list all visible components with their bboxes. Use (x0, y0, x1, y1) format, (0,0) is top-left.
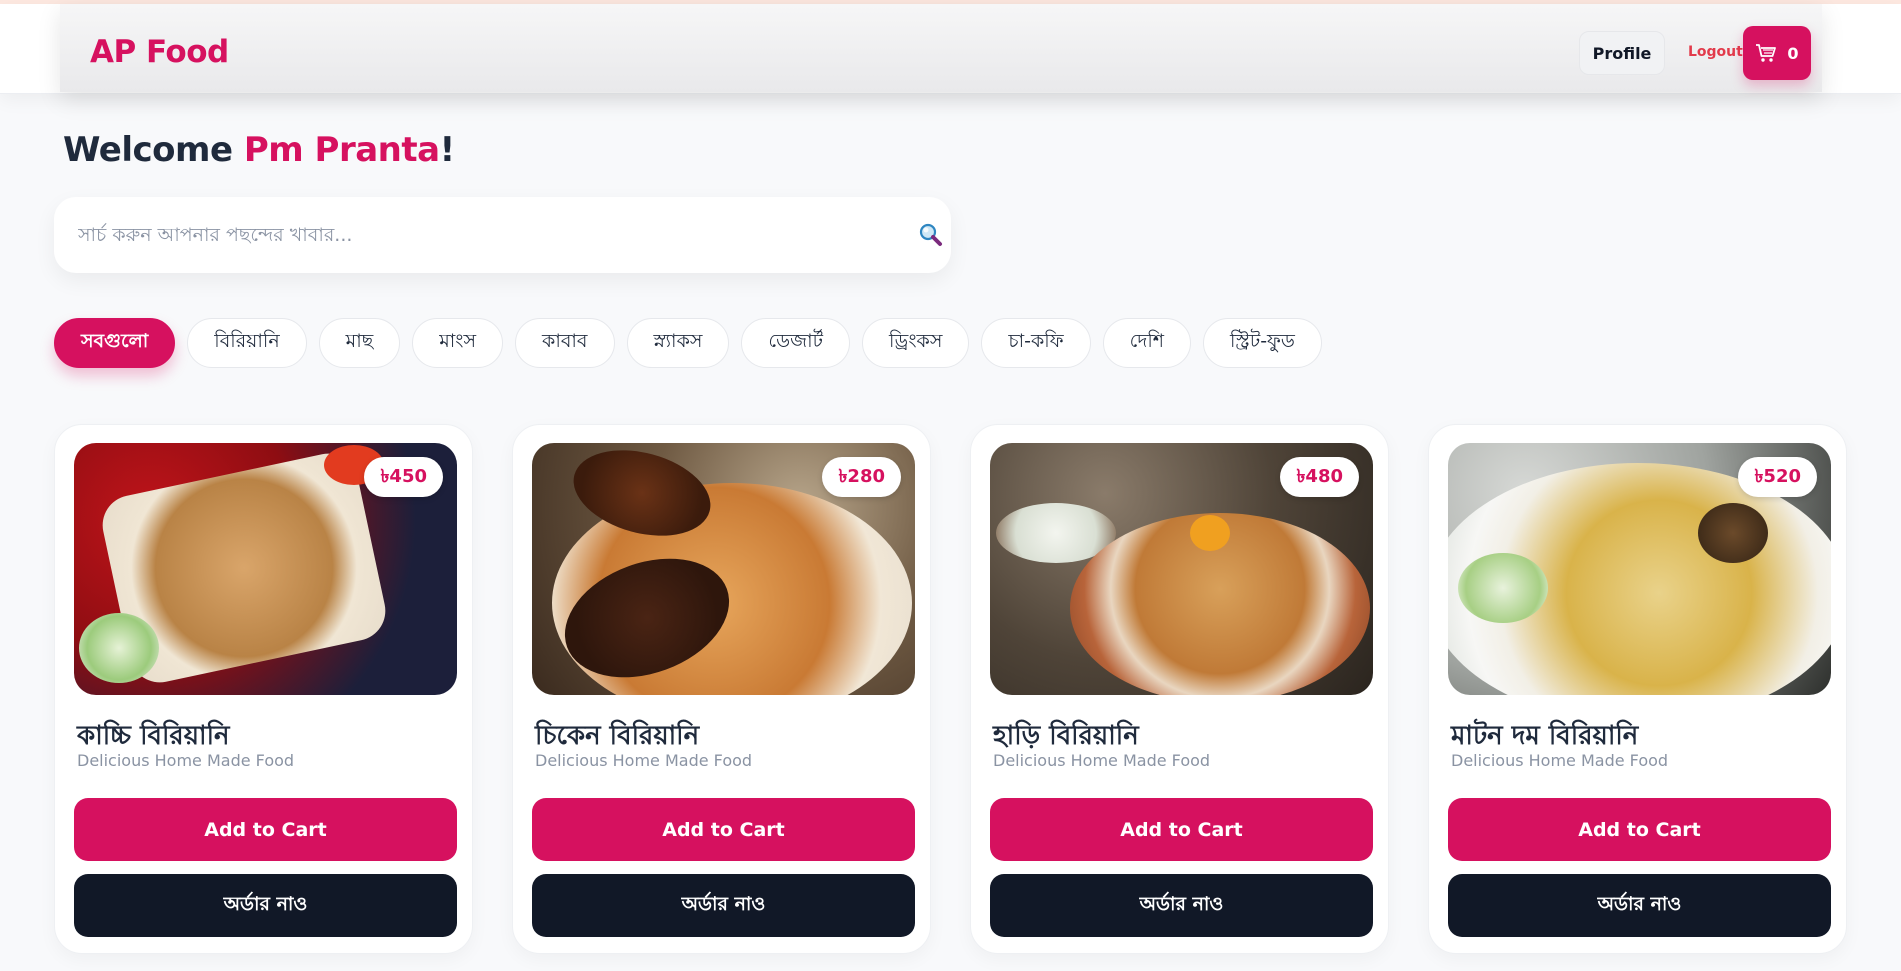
category-fish[interactable]: মাছ (318, 318, 401, 368)
price-badge: ৳480 (1280, 457, 1359, 497)
price-badge: ৳280 (822, 457, 901, 497)
product-image[interactable]: ৳450 (74, 443, 457, 695)
profile-button[interactable]: Profile (1579, 31, 1665, 75)
order-now-button[interactable]: অর্ডার নাও (1448, 874, 1831, 937)
category-biryani[interactable]: বিরিয়ানি (187, 318, 307, 368)
user-name: Pm Pranta (243, 130, 440, 170)
order-now-button[interactable]: অর্ডার নাও (74, 874, 457, 937)
add-to-cart-button[interactable]: Add to Cart (74, 798, 457, 861)
category-snacks[interactable]: স্ন্যাকস (626, 318, 730, 368)
price-badge: ৳520 (1738, 457, 1817, 497)
product-image[interactable]: ৳520 (1448, 443, 1831, 695)
category-meat[interactable]: মাংস (412, 318, 504, 368)
cart-count: 0 (1787, 43, 1799, 63)
product-subtitle: Delicious Home Made Food (535, 751, 753, 770)
add-to-cart-button[interactable]: Add to Cart (990, 798, 1373, 861)
product-subtitle: Delicious Home Made Food (1451, 751, 1669, 770)
logout-link[interactable]: Logout (1688, 44, 1743, 60)
product-grid: ৳450 কাচ্চি বিরিয়ানি Delicious Home Mad… (54, 424, 1847, 954)
product-subtitle: Delicious Home Made Food (993, 751, 1211, 770)
category-kabab[interactable]: কাবাব (515, 318, 615, 368)
welcome-heading: Welcome Pm Pranta! (63, 130, 455, 170)
category-tea-coffee[interactable]: চা-কফি (981, 318, 1091, 368)
search-icon[interactable] (918, 222, 944, 252)
category-dessert[interactable]: ডেজার্ট (741, 318, 850, 368)
product-card: ৳520 মাটন দম বিরিয়ানি Delicious Home Ma… (1428, 424, 1847, 954)
cart-icon (1755, 43, 1777, 63)
search-input[interactable] (78, 215, 858, 255)
category-tabs: সবগুলো বিরিয়ানি মাছ মাংস কাবাব স্ন্যাকস… (54, 318, 1322, 370)
cart-button[interactable]: 0 (1743, 26, 1811, 80)
category-all[interactable]: সবগুলো (54, 318, 176, 368)
product-card: ৳450 কাচ্চি বিরিয়ানি Delicious Home Mad… (54, 424, 473, 954)
add-to-cart-button[interactable]: Add to Cart (532, 798, 915, 861)
welcome-suffix: ! (439, 130, 456, 170)
add-to-cart-button[interactable]: Add to Cart (1448, 798, 1831, 861)
welcome-prefix: Welcome (63, 130, 244, 170)
navbar-inner (60, 4, 1822, 92)
product-image[interactable]: ৳280 (532, 443, 915, 695)
order-now-button[interactable]: অর্ডার নাও (532, 874, 915, 937)
product-card: ৳280 চিকেন বিরিয়ানি Delicious Home Made… (512, 424, 931, 954)
product-image[interactable]: ৳480 (990, 443, 1373, 695)
product-card: ৳480 হাড়ি বিরিয়ানি Delicious Home Made… (970, 424, 1389, 954)
product-subtitle: Delicious Home Made Food (77, 751, 295, 770)
price-badge: ৳450 (364, 457, 443, 497)
category-deshi[interactable]: দেশি (1102, 318, 1191, 368)
brand-logo[interactable]: AP Food (90, 34, 229, 70)
navbar: AP Food Profile Logout 0 (0, 4, 1901, 94)
category-drinks[interactable]: ড্রিংকস (861, 318, 970, 368)
order-now-button[interactable]: অর্ডার নাও (990, 874, 1373, 937)
category-street-food[interactable]: স্ট্রিট-ফুড (1203, 318, 1322, 368)
search-bar (54, 197, 951, 273)
